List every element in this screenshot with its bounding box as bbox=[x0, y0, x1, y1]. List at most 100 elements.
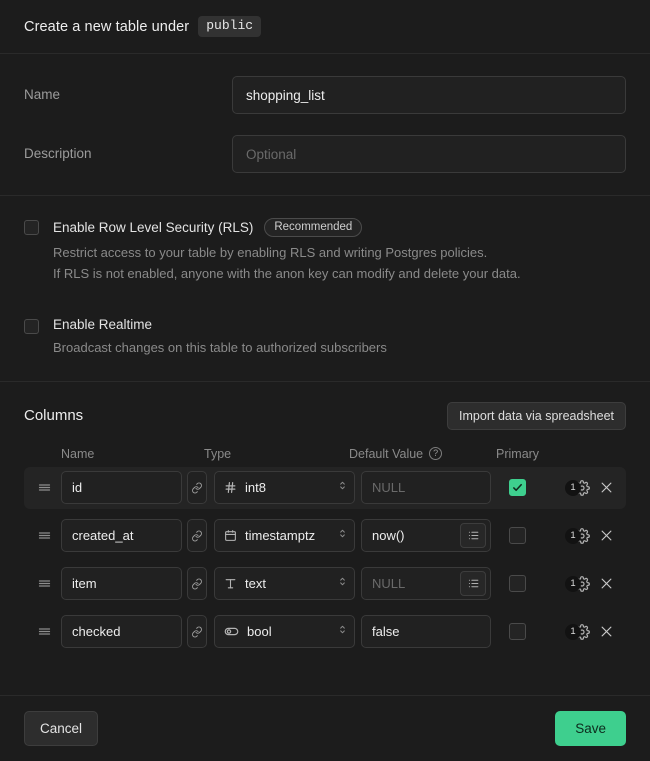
column-type-select[interactable]: timestamptz bbox=[214, 519, 355, 552]
table-row: text NULL 1 bbox=[24, 563, 626, 605]
columns-section: Columns Import data via spreadsheet Name… bbox=[0, 382, 650, 695]
column-settings-button[interactable]: 1 bbox=[574, 528, 590, 544]
column-default-value-field[interactable]: NULL bbox=[361, 567, 491, 600]
options-section: Enable Row Level Security (RLS) Recommen… bbox=[0, 196, 650, 382]
column-name-input[interactable] bbox=[61, 567, 182, 600]
name-row: Name bbox=[24, 76, 626, 114]
column-default-value-text: NULL bbox=[372, 480, 486, 495]
remove-column-button[interactable] bbox=[599, 480, 614, 495]
remove-column-button[interactable] bbox=[599, 576, 614, 591]
chevron-updown-icon bbox=[337, 623, 348, 641]
realtime-description-line-1: Broadcast changes on this table to autho… bbox=[53, 338, 387, 359]
name-label: Name bbox=[24, 76, 232, 102]
column-type-label: text bbox=[245, 576, 331, 591]
column-default-value-field[interactable]: now() bbox=[361, 519, 491, 552]
import-spreadsheet-button[interactable]: Import data via spreadsheet bbox=[447, 402, 626, 430]
table-name-input[interactable] bbox=[232, 76, 626, 114]
columns-header-bar: Columns Import data via spreadsheet bbox=[24, 402, 626, 430]
row-actions: 1 bbox=[574, 528, 614, 544]
drag-handle-icon[interactable] bbox=[37, 480, 61, 495]
column-type-select[interactable]: bool bbox=[214, 615, 355, 648]
dialog-header: Create a new table under public bbox=[0, 0, 650, 54]
rls-title-line: Enable Row Level Security (RLS) Recommen… bbox=[53, 218, 521, 237]
settings-count-badge: 1 bbox=[565, 576, 581, 592]
rls-checkbox[interactable] bbox=[24, 220, 39, 235]
hash-icon bbox=[224, 481, 237, 494]
table-description-input[interactable] bbox=[232, 135, 626, 173]
column-type-select[interactable]: int8 bbox=[214, 471, 355, 504]
rls-description: Restrict access to your table by enablin… bbox=[53, 243, 521, 284]
chevron-updown-icon bbox=[337, 479, 348, 497]
primary-key-checkbox[interactable] bbox=[509, 623, 526, 640]
primary-key-checkbox[interactable] bbox=[509, 527, 526, 544]
primary-key-cell bbox=[491, 527, 558, 544]
dialog-footer: Cancel Save bbox=[0, 695, 650, 761]
save-button[interactable]: Save bbox=[555, 711, 626, 746]
rls-option: Enable Row Level Security (RLS) Recommen… bbox=[24, 218, 626, 284]
header-name: Name bbox=[61, 447, 182, 461]
foreign-key-link-icon[interactable] bbox=[187, 471, 207, 504]
drag-handle-icon[interactable] bbox=[37, 576, 61, 591]
help-icon[interactable]: ? bbox=[429, 447, 442, 460]
column-type-label: timestamptz bbox=[245, 528, 331, 543]
settings-count-badge: 1 bbox=[565, 528, 581, 544]
rls-body: Enable Row Level Security (RLS) Recommen… bbox=[53, 218, 521, 284]
realtime-label: Enable Realtime bbox=[53, 317, 152, 332]
rls-label: Enable Row Level Security (RLS) bbox=[53, 220, 253, 235]
foreign-key-link-icon[interactable] bbox=[187, 567, 207, 600]
cancel-button[interactable]: Cancel bbox=[24, 711, 98, 746]
column-name-input[interactable] bbox=[61, 615, 182, 648]
column-settings-button[interactable]: 1 bbox=[574, 480, 590, 496]
remove-column-button[interactable] bbox=[599, 528, 614, 543]
primary-key-cell bbox=[491, 575, 558, 592]
schema-chip: public bbox=[198, 16, 261, 37]
column-default-value-text: false bbox=[372, 624, 486, 639]
header-default-value-label: Default Value bbox=[349, 447, 423, 461]
realtime-checkbox[interactable] bbox=[24, 319, 39, 334]
page-title: Create a new table under bbox=[24, 19, 189, 35]
table-row: bool false 1 bbox=[24, 611, 626, 653]
rls-description-line-1: Restrict access to your table by enablin… bbox=[53, 243, 521, 264]
column-type-label: bool bbox=[247, 624, 331, 639]
toggle-icon bbox=[224, 624, 239, 639]
columns-title: Columns bbox=[24, 407, 83, 424]
primary-key-cell bbox=[491, 479, 558, 496]
table-details-section: Name Description bbox=[0, 54, 650, 196]
column-settings-button[interactable]: 1 bbox=[574, 576, 590, 592]
realtime-description: Broadcast changes on this table to autho… bbox=[53, 338, 387, 359]
column-default-value-text: now() bbox=[372, 528, 460, 543]
realtime-title-line: Enable Realtime bbox=[53, 317, 387, 332]
column-name-input[interactable] bbox=[61, 519, 182, 552]
row-actions: 1 bbox=[574, 480, 614, 496]
row-actions: 1 bbox=[574, 576, 614, 592]
table-row: int8 NULL 1 bbox=[24, 467, 626, 509]
default-value-list-icon[interactable] bbox=[460, 571, 486, 596]
primary-key-cell bbox=[491, 623, 558, 640]
columns-grid-header: Name Type Default Value ? Primary bbox=[24, 447, 626, 461]
create-table-dialog: Create a new table under public Name Des… bbox=[0, 0, 650, 761]
calendar-icon bbox=[224, 529, 237, 542]
settings-count-badge: 1 bbox=[565, 624, 581, 640]
realtime-body: Enable Realtime Broadcast changes on thi… bbox=[53, 317, 387, 359]
foreign-key-link-icon[interactable] bbox=[187, 519, 207, 552]
text-icon bbox=[224, 577, 237, 590]
realtime-option: Enable Realtime Broadcast changes on thi… bbox=[24, 317, 626, 359]
description-label: Description bbox=[24, 135, 232, 161]
table-row: timestamptz now() 1 bbox=[24, 515, 626, 557]
columns-rows: int8 NULL 1 timestamptz now() 1 text NULL 1 bool f… bbox=[24, 467, 626, 653]
primary-key-checkbox[interactable] bbox=[509, 575, 526, 592]
column-type-select[interactable]: text bbox=[214, 567, 355, 600]
drag-handle-icon[interactable] bbox=[37, 528, 61, 543]
default-value-list-icon[interactable] bbox=[460, 523, 486, 548]
primary-key-checkbox[interactable] bbox=[509, 479, 526, 496]
foreign-key-link-icon[interactable] bbox=[187, 615, 207, 648]
column-type-label: int8 bbox=[245, 480, 331, 495]
remove-column-button[interactable] bbox=[599, 624, 614, 639]
chevron-updown-icon bbox=[337, 575, 348, 593]
column-settings-button[interactable]: 1 bbox=[574, 624, 590, 640]
column-default-value-field[interactable]: NULL bbox=[361, 471, 491, 504]
column-name-input[interactable] bbox=[61, 471, 182, 504]
column-default-value-field[interactable]: false bbox=[361, 615, 491, 648]
drag-handle-icon[interactable] bbox=[37, 624, 61, 639]
header-primary: Primary bbox=[496, 447, 626, 461]
